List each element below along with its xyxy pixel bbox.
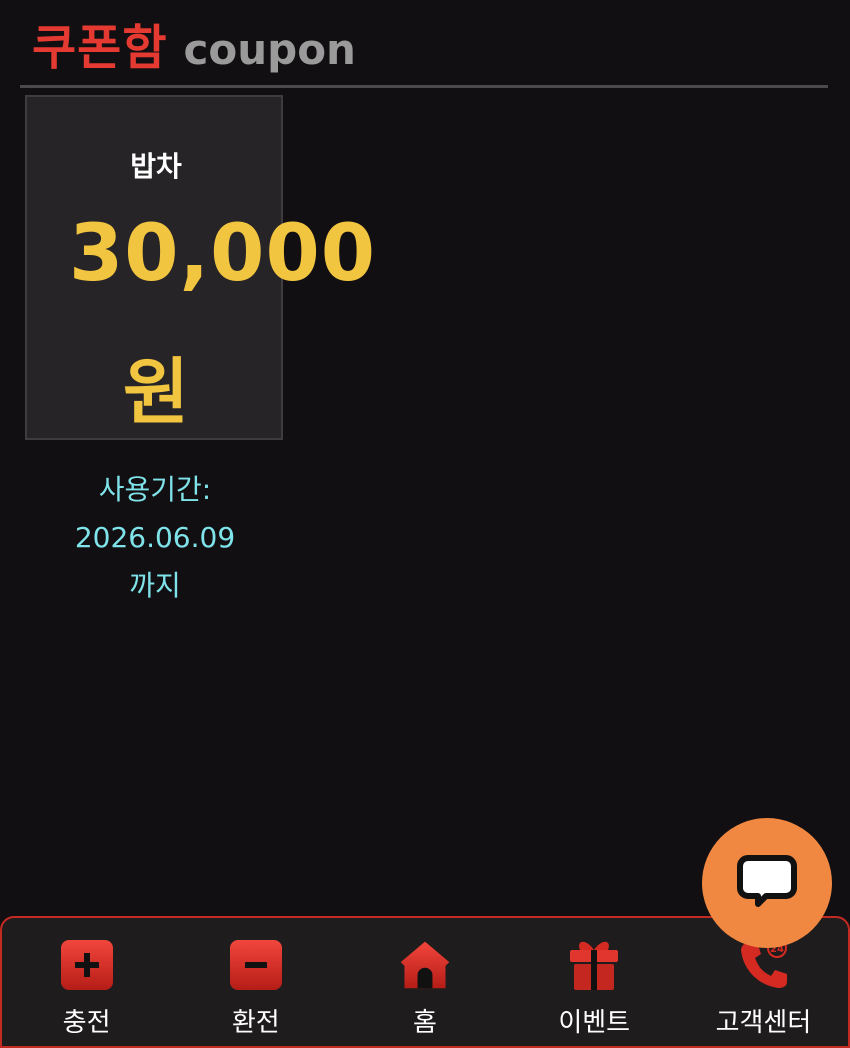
plus-box-icon: [59, 936, 115, 992]
validity-date: 2026.06.09: [74, 521, 236, 554]
coupon-card[interactable]: 밥차 30,000 원: [25, 95, 375, 440]
coupon-page: 쿠폰함 coupon 밥차 30,000 원 사용기간: 2026.06.09 …: [0, 0, 850, 1048]
nav-label: 홈: [413, 1008, 437, 1038]
coupon-name: 밥차: [130, 150, 182, 183]
gift-icon: [566, 936, 622, 992]
nav-label: 환전: [231, 1008, 280, 1038]
nav-item-charge[interactable]: 충전: [2, 918, 171, 1046]
chat-bubble-icon: [736, 850, 798, 916]
coupon-amount: 30,000: [69, 209, 376, 299]
nav-item-event[interactable]: 이벤트: [510, 918, 679, 1046]
validity-label: 사용기간:: [98, 473, 212, 506]
nav-item-exchange[interactable]: 환전: [171, 918, 340, 1046]
page-header: 쿠폰함 coupon: [32, 8, 356, 76]
chat-button[interactable]: [702, 818, 832, 948]
coupon-currency-unit: 원: [122, 350, 190, 434]
nav-item-home[interactable]: 홈: [340, 918, 509, 1046]
page-title: 쿠폰함: [32, 20, 168, 76]
nav-label: 고객센터: [715, 1008, 812, 1038]
nav-label: 충전: [62, 1008, 111, 1038]
nav-label: 이벤트: [558, 1008, 631, 1038]
bottom-nav: 충전 환전 홈 이벤트 24 고객센터: [0, 916, 850, 1048]
page-subtitle: coupon: [183, 25, 356, 74]
minus-box-icon: [228, 936, 284, 992]
header-divider: [20, 85, 828, 88]
coupon-validity: 사용기간: 2026.06.09 까지: [25, 466, 285, 610]
validity-suffix: 까지: [129, 569, 181, 602]
home-icon: [397, 936, 453, 992]
